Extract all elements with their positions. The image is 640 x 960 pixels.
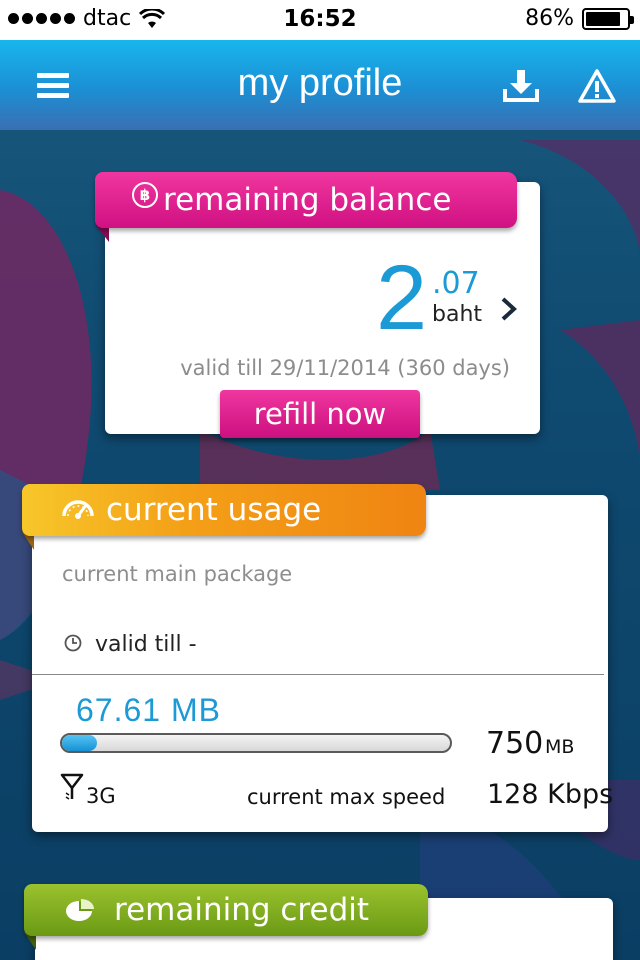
data-usage-progress-bar [60,733,452,753]
warning-icon [578,69,616,103]
usage-title: current usage [106,492,322,528]
max-speed-value: 128 Kbps [487,779,614,810]
network-type: 3G [86,784,116,808]
antenna-signal-icon [60,773,84,800]
status-bar: dtac 16:52 86% [0,0,640,40]
max-speed-label: current max speed [247,785,446,809]
battery-icon [582,7,634,30]
carrier-name: dtac [83,6,132,31]
balance-header: remaining balance [95,172,517,228]
package-validity: valid till - [95,632,197,657]
usage-divider [32,674,604,675]
clock-icon [64,634,82,652]
balance-integer: 2 [376,247,428,349]
balance-unit: baht [432,302,483,327]
status-left: dtac [8,6,166,31]
download-icon [503,70,539,102]
signal-strength-icon [8,13,75,24]
nav-bar: my profile [0,40,640,130]
credit-title: remaining credit [114,892,370,928]
pie-chart-icon [66,899,94,921]
report-problem-button[interactable] [572,62,622,110]
coin-icon: ฿ [132,182,158,208]
total-data-amount: 750 [486,726,544,761]
data-usage-progress-fill [62,735,97,751]
total-data-unit: MB [545,736,575,758]
wifi-icon [139,8,166,28]
balance-validity: valid till 29/11/2014 (360 days) [180,356,510,380]
battery-level [586,11,621,26]
status-right: 86% [525,6,634,31]
used-data-amount: 67.61 MB [76,692,221,728]
battery-percent: 86% [525,6,574,31]
main-package-label: current main package [62,562,293,586]
speedometer-icon [62,500,94,519]
refill-now-button[interactable]: refill now [220,390,420,438]
balance-decimal: .07 [432,266,480,301]
chevron-right-icon[interactable] [498,296,520,322]
balance-title: remaining balance [163,182,452,218]
download-button[interactable] [496,62,546,110]
